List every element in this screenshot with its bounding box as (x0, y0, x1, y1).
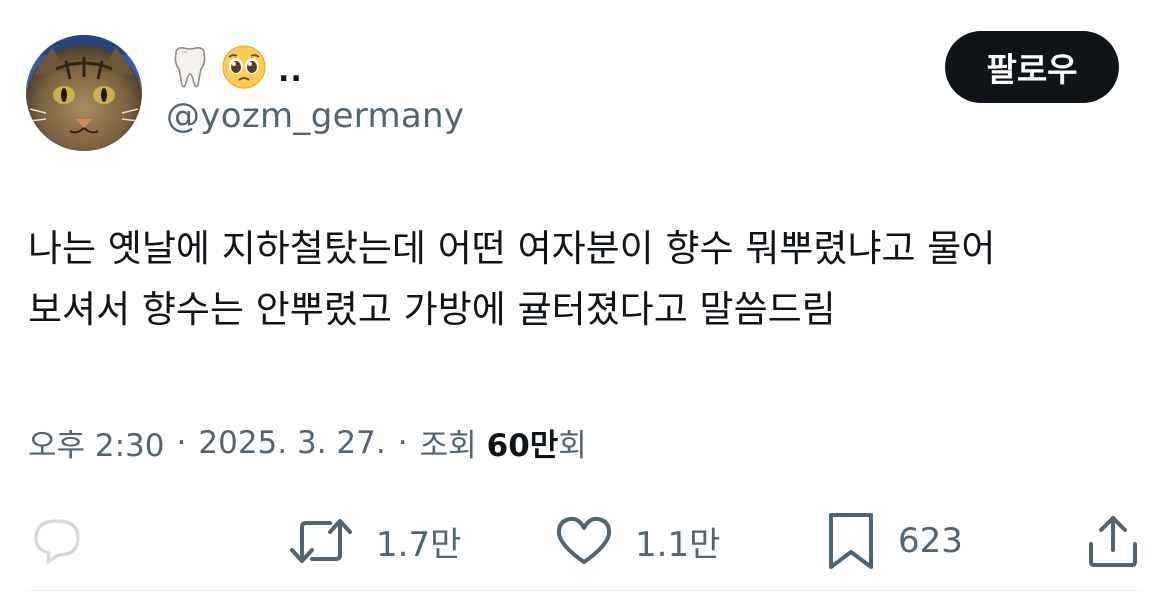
like-button[interactable]: 1.1만 (555, 510, 720, 572)
meta-separator: · (397, 424, 408, 461)
meta-separator: · (176, 424, 187, 461)
like-count: 1.1만 (635, 524, 721, 565)
share-button[interactable] (1085, 510, 1141, 572)
tweet-time[interactable]: 오후 2:30 (28, 420, 165, 465)
author-display-name[interactable]: .. (166, 42, 303, 92)
action-bar: 1.7만 1.1만 623 (0, 510, 1170, 572)
reply-button[interactable] (28, 510, 86, 572)
bottom-divider (28, 590, 1142, 591)
tweet-date[interactable]: 2025. 3. 27. (198, 425, 385, 461)
views-label-suffix: 회 (558, 428, 587, 464)
retweet-icon (290, 519, 352, 563)
heart-icon (556, 516, 612, 564)
bookmark-button[interactable]: 623 (826, 510, 963, 572)
tweet-text: 나는 옛날에 지하철탔는데 어떤 여자분이 향수 뭐뿌렸냐고 물어 보셔서 향수… (28, 227, 996, 331)
author-handle[interactable]: @yozm_germany (166, 96, 464, 136)
retweet-count: 1.7만 (376, 524, 462, 565)
follow-button[interactable]: 팔로우 (945, 31, 1119, 103)
reply-icon (34, 519, 80, 564)
avatar[interactable] (26, 35, 142, 151)
retweet-button[interactable]: 1.7만 (288, 510, 461, 572)
bookmark-icon (829, 513, 873, 569)
views-count: 60만 (486, 428, 559, 464)
tweet-meta: 오후 2:30 · 2025. 3. 27. · 조회 60만 회 (28, 420, 587, 465)
bookmark-count: 623 (898, 521, 963, 561)
cat-avatar-image (26, 35, 142, 151)
pleading-face-emoji-icon (222, 45, 266, 89)
views-label: 조회 (419, 428, 477, 464)
share-icon (1089, 516, 1137, 567)
display-name-suffix: .. (278, 53, 303, 89)
tooth-emoji-icon (174, 47, 206, 88)
